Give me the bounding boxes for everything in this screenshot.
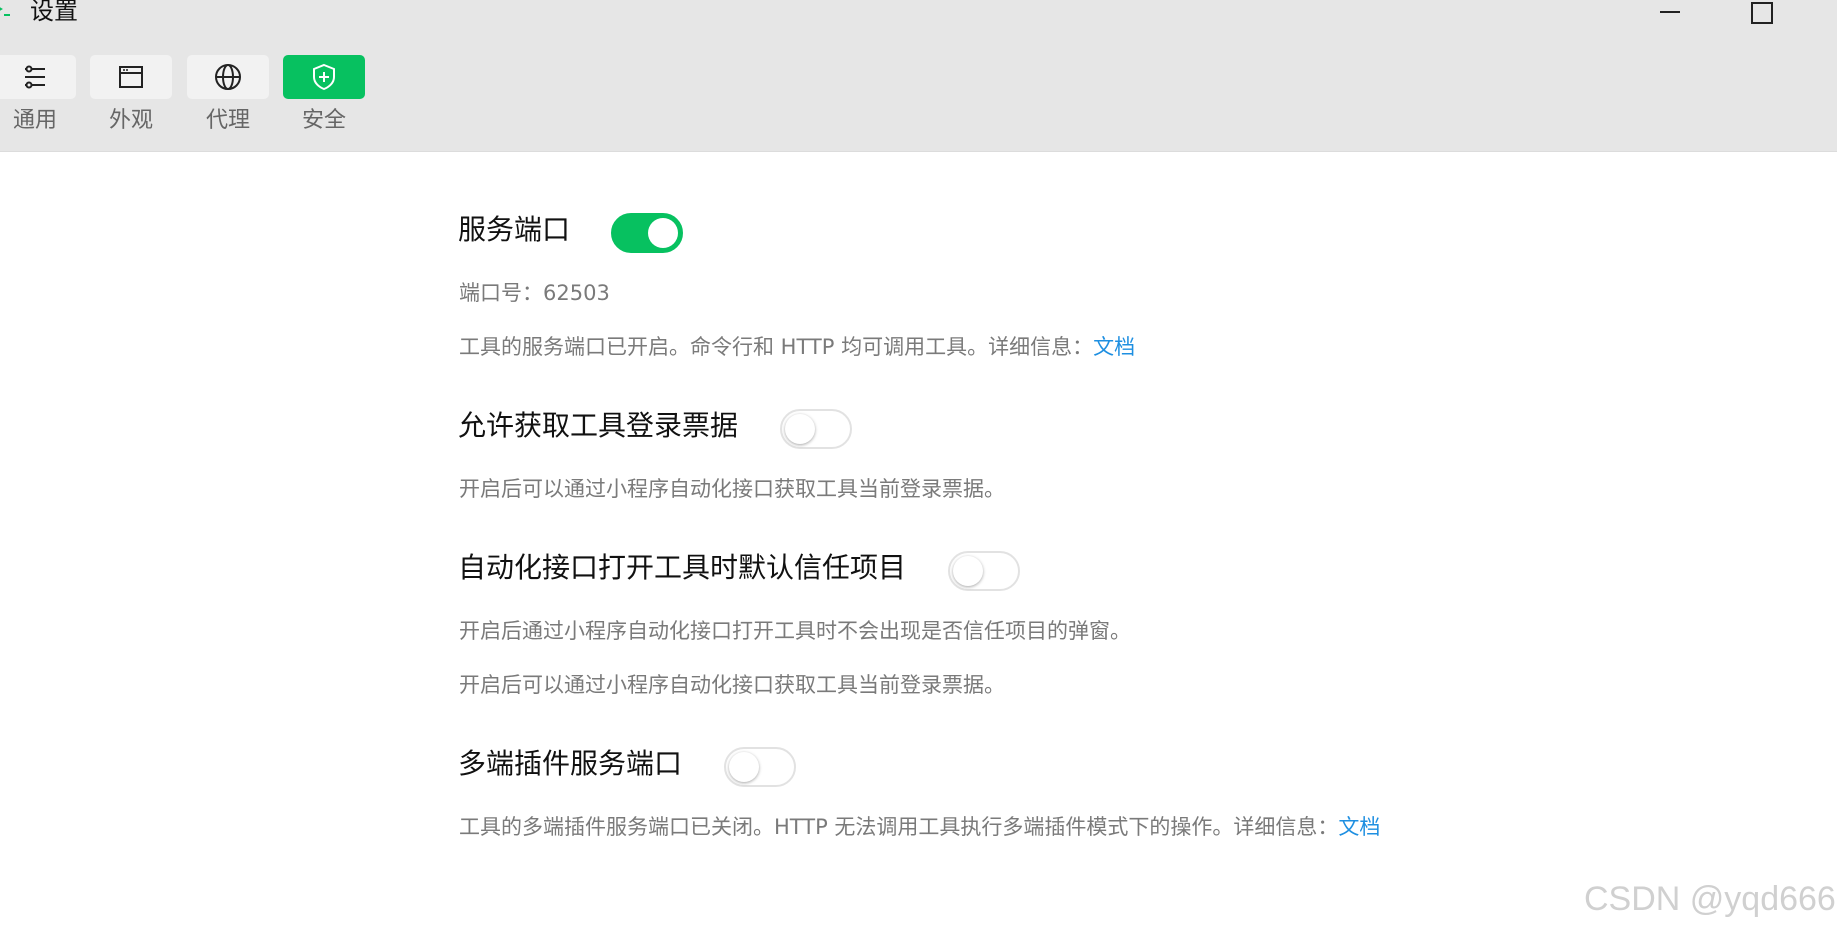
service-port-toggle[interactable] (611, 213, 683, 253)
toggle-knob (729, 752, 759, 782)
tab-appearance-label: 外观 (108, 108, 153, 133)
tab-proxy[interactable]: 代理 (187, 55, 269, 135)
service-port-title: 服务端口 (458, 213, 571, 246)
app-logo-icon (0, 7, 10, 16)
tab-general[interactable]: 通用 (0, 55, 76, 135)
tab-proxy-label: 代理 (205, 108, 250, 133)
globe-icon (215, 64, 241, 90)
service-port-desc-text: 工具的服务端口已开启。命令行和 HTTP 均可调用工具。详细信息： (459, 335, 1094, 359)
service-port-doc-link[interactable]: 文档 (1093, 335, 1135, 359)
maximize-button[interactable] (1738, 0, 1784, 30)
login-ticket-toggle[interactable] (780, 409, 852, 449)
toggle-knob (648, 218, 678, 248)
trust-project-desc-extra: 开启后可以通过小程序自动化接口获取工具当前登录票据。 (459, 673, 1005, 697)
login-ticket-title: 允许获取工具登录票据 (458, 409, 739, 442)
settings-panel: 服务端口 端口号：62503 工具的服务端口已开启。命令行和 HTTP 均可调用… (0, 152, 1837, 933)
tab-proxy-button[interactable] (187, 55, 269, 99)
sliders-icon (25, 65, 45, 89)
port-number-text: 端口号：62503 (459, 281, 610, 305)
tab-security-button[interactable] (283, 55, 365, 99)
multi-plugin-title: 多端插件服务端口 (458, 747, 683, 780)
multi-plugin-desc-text: 工具的多端插件服务端口已关闭。HTTP 无法调用工具执行多端插件模式下的操作。详… (459, 815, 1339, 839)
multi-plugin-toggle[interactable] (724, 747, 796, 787)
trust-project-desc: 开启后通过小程序自动化接口打开工具时不会出现是否信任项目的弹窗。 (459, 619, 1131, 643)
minimize-button[interactable] (1647, 0, 1693, 30)
window-icon (119, 66, 143, 88)
title-bar: 设置 (0, 0, 1837, 38)
tab-security[interactable]: 安全 (283, 55, 365, 135)
toggle-knob (953, 556, 983, 586)
tab-general-label: 通用 (12, 108, 57, 133)
multi-plugin-desc: 工具的多端插件服务端口已关闭。HTTP 无法调用工具执行多端插件模式下的操作。详… (459, 814, 1380, 840)
trust-project-toggle[interactable] (948, 551, 1020, 591)
toggle-knob (785, 414, 815, 444)
shield-plus-icon (313, 63, 335, 91)
service-port-desc: 工具的服务端口已开启。命令行和 HTTP 均可调用工具。详细信息：文档 (459, 334, 1135, 360)
tab-appearance-button[interactable] (90, 55, 172, 99)
multi-plugin-doc-link[interactable]: 文档 (1338, 815, 1380, 839)
tab-security-label: 安全 (301, 108, 346, 133)
settings-tab-bar: 通用 外观 代理 安全 (0, 38, 1837, 152)
watermark: CSDN @yqd666 (1584, 880, 1836, 918)
tab-appearance[interactable]: 外观 (90, 55, 172, 135)
login-ticket-desc: 开启后可以通过小程序自动化接口获取工具当前登录票据。 (459, 477, 1005, 501)
tab-general-button[interactable] (0, 55, 76, 99)
trust-project-title: 自动化接口打开工具时默认信任项目 (458, 551, 907, 584)
window-title: 设置 (30, 0, 78, 25)
